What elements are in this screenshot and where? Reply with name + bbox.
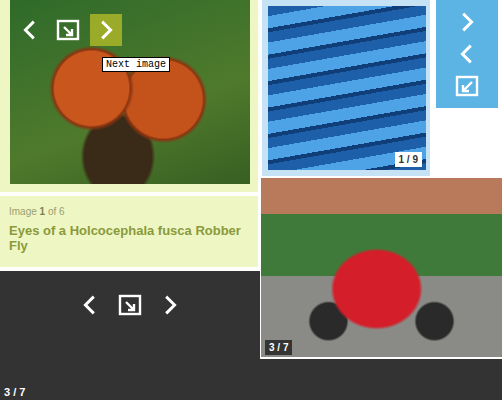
gallery-collage: Next image Image 1 of 6 Eyes of a Holcocep… (0, 0, 502, 400)
right-column: 1 / 9 3 / 7 (260, 0, 502, 400)
chevron-left-icon (456, 43, 478, 65)
chevron-right-icon (95, 19, 117, 41)
chevron-right-icon (456, 11, 478, 33)
dark-viewer: 3 / 7 (0, 271, 260, 400)
car-photo[interactable]: 3 / 7 (261, 178, 502, 357)
fullscreen-button[interactable] (114, 289, 146, 321)
shrink-icon (455, 75, 479, 97)
control-sidebar (436, 0, 498, 108)
chevron-left-icon (19, 19, 41, 41)
image-counter: 3 / 7 (265, 340, 292, 355)
image-counter: 3 / 7 (4, 386, 256, 398)
image-position: Image 1 of 6 (9, 206, 250, 217)
chairs-viewer: 1 / 9 (262, 0, 502, 176)
fly-controls (14, 14, 122, 46)
fly-viewer: Next image (0, 0, 258, 192)
expand-icon (118, 294, 142, 316)
dark-controls (4, 289, 256, 321)
previous-button[interactable] (74, 289, 106, 321)
tooltip: Next image (102, 57, 170, 72)
left-column: Next image Image 1 of 6 Eyes of a Holcocep… (0, 0, 260, 400)
caption-panel: Image 1 of 6 Eyes of a Holcocephala fusca… (0, 196, 258, 267)
image-title: Eyes of a Holcocephala fusca Robber Fly (9, 223, 250, 253)
chairs-photo[interactable]: 1 / 9 (268, 6, 426, 170)
next-button[interactable] (451, 6, 483, 38)
fly-photo[interactable] (10, 0, 250, 184)
next-button[interactable] (154, 289, 186, 321)
dark-strip (260, 359, 502, 400)
exit-fullscreen-button[interactable] (451, 70, 483, 102)
chevron-right-icon (159, 294, 181, 316)
fullscreen-button[interactable] (52, 14, 84, 46)
expand-icon (56, 19, 80, 41)
image-counter: 1 / 9 (395, 152, 422, 167)
chevron-left-icon (79, 294, 101, 316)
previous-button[interactable] (451, 38, 483, 70)
previous-button[interactable] (14, 14, 46, 46)
photo-frame: 1 / 9 (262, 0, 430, 176)
next-button[interactable] (90, 14, 122, 46)
